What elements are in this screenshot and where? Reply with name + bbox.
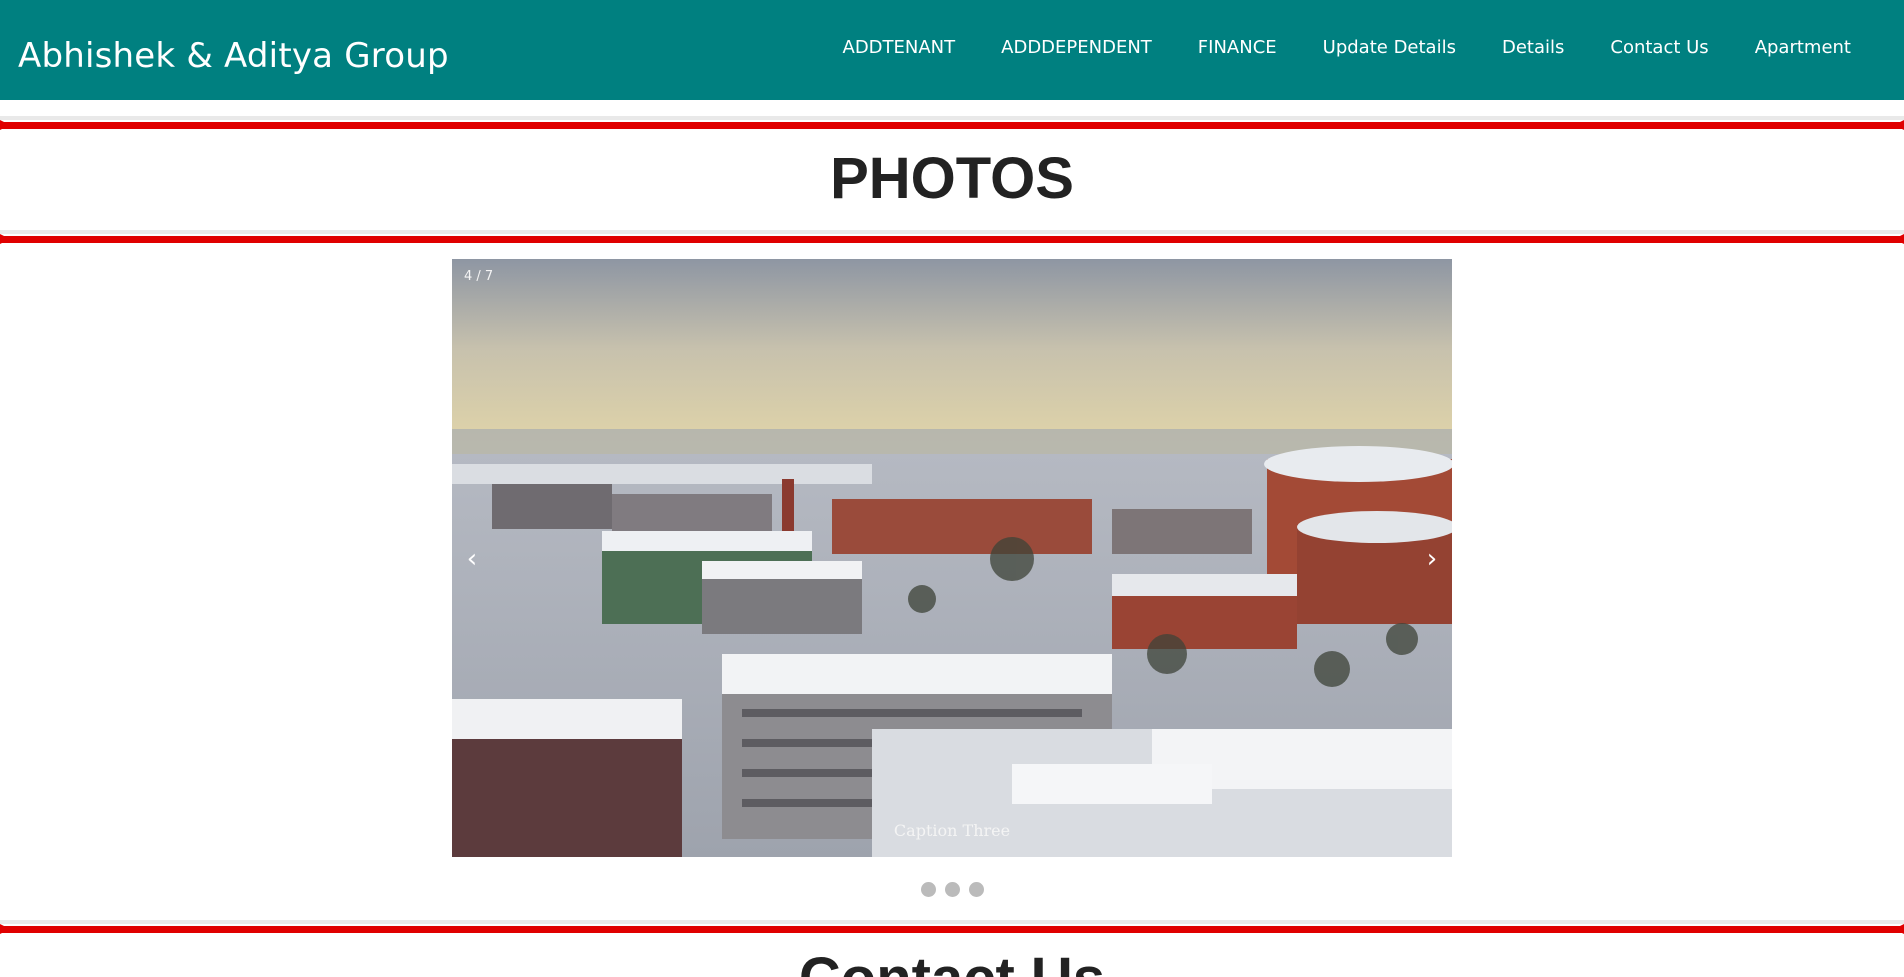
photo-slideshow: 4 / 7 ‹ › Caption Three bbox=[452, 259, 1452, 857]
brand-title[interactable]: Abhishek & Aditya Group bbox=[18, 36, 449, 76]
slide-dot-1[interactable] bbox=[920, 882, 936, 897]
slide-dot-3[interactable] bbox=[968, 882, 984, 897]
photos-heading: PHOTOS bbox=[830, 146, 1074, 211]
nav-link-update-details[interactable]: Update Details bbox=[1300, 36, 1479, 60]
slide-prev-button[interactable]: ‹ bbox=[452, 539, 492, 579]
nav-link-finance[interactable]: FINANCE bbox=[1175, 36, 1300, 60]
chevron-right-icon: › bbox=[1426, 544, 1438, 574]
section-divider-top bbox=[0, 116, 1904, 130]
slide-dot-2[interactable] bbox=[944, 882, 960, 897]
slide-image-winter-city bbox=[452, 259, 1452, 857]
section-divider-bottom bbox=[0, 230, 1904, 244]
top-navbar: Abhishek & Aditya Group ADDTENANT ADDDEP… bbox=[0, 0, 1904, 100]
contact-heading: Contact Us bbox=[0, 946, 1904, 977]
nav-link-addtenant[interactable]: ADDTENANT bbox=[820, 36, 979, 60]
slide-caption: Caption Three bbox=[893, 821, 1011, 840]
main-nav: ADDTENANT ADDDEPENDENT FINANCE Update De… bbox=[820, 36, 1875, 60]
nav-link-adddependent[interactable]: ADDDEPENDENT bbox=[978, 36, 1175, 60]
slide-counter: 4 / 7 bbox=[464, 269, 494, 284]
chevron-left-icon: ‹ bbox=[466, 544, 478, 574]
nav-link-apartment[interactable]: Apartment bbox=[1732, 36, 1874, 60]
nav-link-details[interactable]: Details bbox=[1479, 36, 1587, 60]
slide-next-button[interactable]: › bbox=[1412, 539, 1452, 579]
section-divider-contact bbox=[0, 920, 1904, 934]
slide-indicators bbox=[0, 882, 1904, 897]
nav-link-contact-us[interactable]: Contact Us bbox=[1587, 36, 1731, 60]
